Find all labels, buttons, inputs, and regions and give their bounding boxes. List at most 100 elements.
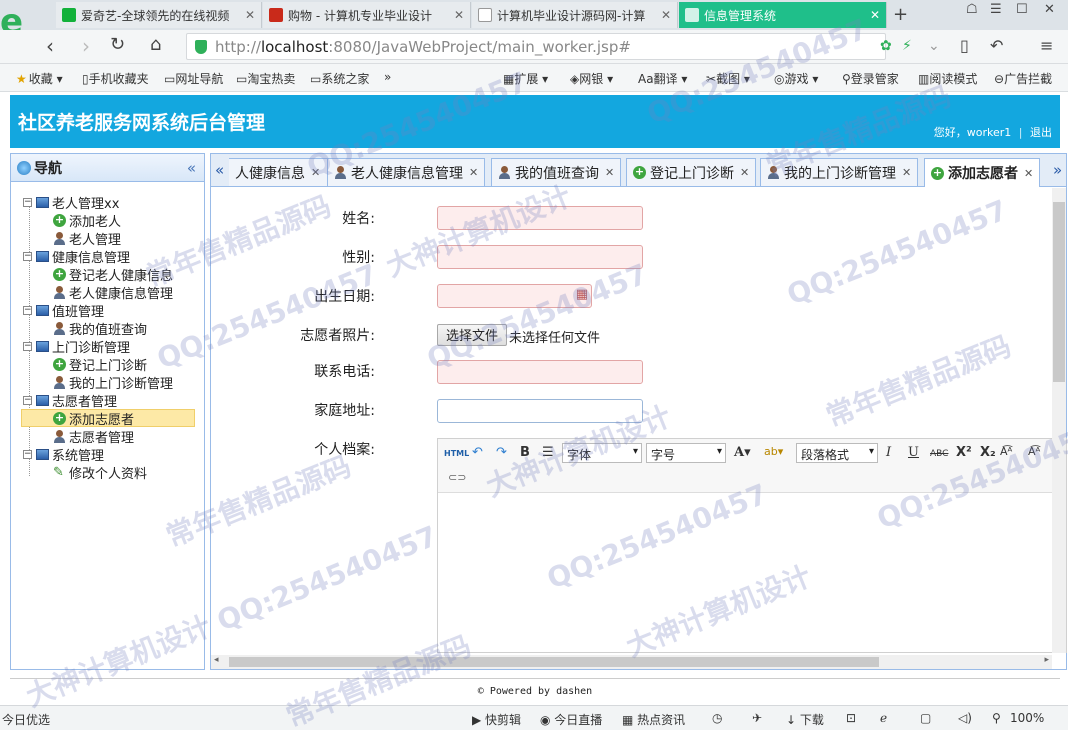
status-news[interactable]: ▦ 热点资讯	[622, 711, 685, 728]
horizontal-scrollbar[interactable]: ◂ ▸	[211, 655, 1052, 669]
toolbar-reading-mode[interactable]: ▥阅读模式	[918, 70, 977, 87]
nav-group-health[interactable]: − 健康信息管理	[23, 247, 130, 266]
new-tab-button[interactable]: +	[893, 4, 908, 25]
status-live[interactable]: ◉ 今日直播	[540, 711, 602, 728]
redo-icon[interactable]: ↷	[496, 445, 507, 460]
font-size-select[interactable]: 字号	[646, 443, 726, 463]
nav-group-elderly[interactable]: − 老人管理xx	[23, 193, 119, 212]
font-smaller-icon[interactable]: A͡ᴬ	[1028, 445, 1040, 458]
nav-group-volunteer[interactable]: − 志愿者管理	[23, 391, 117, 410]
scroll-right-icon[interactable]: ▸	[1044, 655, 1049, 665]
collapse-toggle-icon[interactable]: −	[23, 251, 32, 261]
html-source-button[interactable]: HTML	[444, 449, 469, 458]
bookmark-item[interactable]: ▭系统之家	[310, 70, 369, 87]
status-layout-icon[interactable]: ▢	[920, 711, 931, 725]
close-window-icon[interactable]: ✕	[1044, 2, 1055, 17]
status-zoom[interactable]: 100%	[1010, 711, 1044, 725]
gender-input[interactable]	[437, 245, 643, 269]
toolbar-bank[interactable]: ◈网银 ▾	[570, 70, 613, 87]
status-pin-icon[interactable]: ✈	[752, 711, 762, 725]
font-select[interactable]: 字体	[562, 443, 642, 463]
paragraph-icon[interactable]: ☰	[542, 445, 554, 460]
nav-item-edit-profile[interactable]: ✎ 修改个人资料	[53, 463, 147, 482]
rich-text-editor[interactable]: HTML ↶ ↷ B ☰ 字体 字号 A▾ ab▾ 段落格式 I U ABC X…	[437, 438, 1067, 653]
tab-my-duty[interactable]: 我的值班查询 ✕	[491, 158, 622, 186]
tab-visit-manage[interactable]: 我的上门诊断管理 ✕	[760, 158, 919, 186]
name-input[interactable]	[437, 206, 643, 230]
flash-icon[interactable]: ⚡	[902, 38, 912, 54]
status-window-icon[interactable]: ⊡	[846, 711, 856, 725]
font-color-icon[interactable]: A▾	[734, 445, 751, 460]
birth-date-input[interactable]: ▦	[437, 284, 592, 308]
tab-add-volunteer[interactable]: + 添加志愿者 ✕	[924, 158, 1041, 187]
tab-scroll-right-icon[interactable]: »	[1053, 161, 1062, 179]
browser-tab[interactable]: 爱奇艺-全球领先的在线视频 ✕	[56, 2, 262, 28]
skin-icon[interactable]: ☖	[966, 2, 978, 17]
toolbar-translate[interactable]: Aa翻译 ▾	[638, 70, 687, 87]
address-input[interactable]	[437, 399, 643, 423]
underline-button[interactable]: U	[908, 445, 919, 460]
horizontal-scroll-thumb[interactable]	[229, 657, 879, 667]
url-input[interactable]: http://localhost:8080/JavaWebProject/mai…	[186, 33, 886, 60]
status-download[interactable]: ↓ 下载	[786, 711, 824, 728]
toolbar-games[interactable]: ◎游戏 ▾	[774, 70, 818, 87]
accelerate-icon[interactable]: ✿	[880, 38, 892, 54]
collapse-toggle-icon[interactable]: −	[23, 449, 32, 459]
strikethrough-button[interactable]: ABC	[930, 449, 948, 459]
forward-icon[interactable]: ›	[82, 34, 90, 58]
close-icon[interactable]: ✕	[902, 166, 911, 179]
toolbar-login-manager[interactable]: ⚲登录管家	[842, 70, 899, 87]
nav-item-register-health[interactable]: + 登记老人健康信息	[53, 265, 173, 284]
tab-register-visit[interactable]: + 登记上门诊断 ✕	[626, 158, 757, 186]
close-icon[interactable]: ✕	[1024, 167, 1033, 180]
superscript-icon[interactable]: X²	[956, 445, 972, 460]
browser-tab[interactable]: 计算机毕业设计源码网-计算 ✕	[472, 2, 678, 28]
browser-tab[interactable]: 购物 - 计算机专业毕业设计 ✕	[263, 2, 471, 28]
toolbar-ad-block[interactable]: ⊖广告拦截	[994, 70, 1052, 87]
subscript-icon[interactable]: X₂	[980, 445, 996, 460]
hamburger-menu-icon[interactable]: ≡	[1040, 36, 1053, 55]
collapse-icon[interactable]: «	[187, 159, 196, 177]
browser-tab-active[interactable]: 信息管理系统 ✕	[679, 2, 887, 28]
collapse-toggle-icon[interactable]: −	[23, 395, 32, 405]
close-icon[interactable]: ✕	[239, 8, 255, 22]
status-volume-icon[interactable]: ◁)	[958, 711, 972, 725]
mobile-icon[interactable]: ▯	[960, 36, 969, 55]
vertical-scroll-thumb[interactable]	[1053, 202, 1065, 382]
close-icon[interactable]: ✕	[448, 8, 464, 22]
back-icon[interactable]: ‹	[46, 34, 54, 58]
maximize-icon[interactable]: ☐	[1016, 2, 1028, 17]
chevron-down-icon[interactable]: ⌄	[928, 38, 940, 54]
status-ie-icon[interactable]: ℯ	[880, 711, 887, 725]
bold-button[interactable]: B	[520, 445, 530, 460]
bookmark-item[interactable]: ▭网址导航	[164, 70, 223, 87]
choose-file-button[interactable]: 选择文件	[437, 324, 508, 346]
italic-button[interactable]: I	[886, 445, 891, 460]
toolbar-screenshot[interactable]: ✂截图 ▾	[706, 70, 750, 87]
home-icon[interactable]: ⌂	[150, 34, 161, 55]
font-larger-icon[interactable]: A͡ᴬ	[1000, 445, 1012, 458]
nav-group-duty[interactable]: − 值班管理	[23, 301, 104, 320]
highlight-icon[interactable]: ab▾	[764, 445, 783, 458]
nav-group-visit[interactable]: − 上门诊断管理	[23, 337, 130, 356]
collapse-toggle-icon[interactable]: −	[23, 341, 32, 351]
tab-scroll-left-icon[interactable]: «	[215, 161, 224, 179]
toolbar-extension[interactable]: ▦扩展 ▾	[503, 70, 548, 87]
close-icon[interactable]: ✕	[655, 8, 671, 22]
nav-item-visit-manage[interactable]: 我的上门诊断管理	[53, 373, 173, 392]
reload-icon[interactable]: ↻	[110, 34, 125, 55]
close-icon[interactable]: ✕	[740, 166, 749, 179]
nav-item-volunteer-manage[interactable]: 志愿者管理	[53, 427, 134, 446]
more-bookmarks-icon[interactable]: »	[384, 70, 391, 84]
menu-icon[interactable]: ☰	[990, 2, 1002, 17]
collapse-toggle-icon[interactable]: −	[23, 305, 32, 315]
undo-icon[interactable]: ↶	[990, 36, 1003, 55]
logout-link[interactable]: 退出	[1030, 126, 1052, 139]
nav-item-register-visit[interactable]: + 登记上门诊断	[53, 355, 147, 374]
close-icon[interactable]: ✕	[311, 166, 320, 179]
vertical-scrollbar[interactable]	[1052, 188, 1066, 653]
close-icon[interactable]: ✕	[469, 166, 478, 179]
nav-item-add-elderly[interactable]: + 添加老人	[53, 211, 121, 230]
tab-health-info[interactable]: 人健康信息 ✕	[229, 158, 329, 186]
close-icon[interactable]: ✕	[605, 166, 614, 179]
